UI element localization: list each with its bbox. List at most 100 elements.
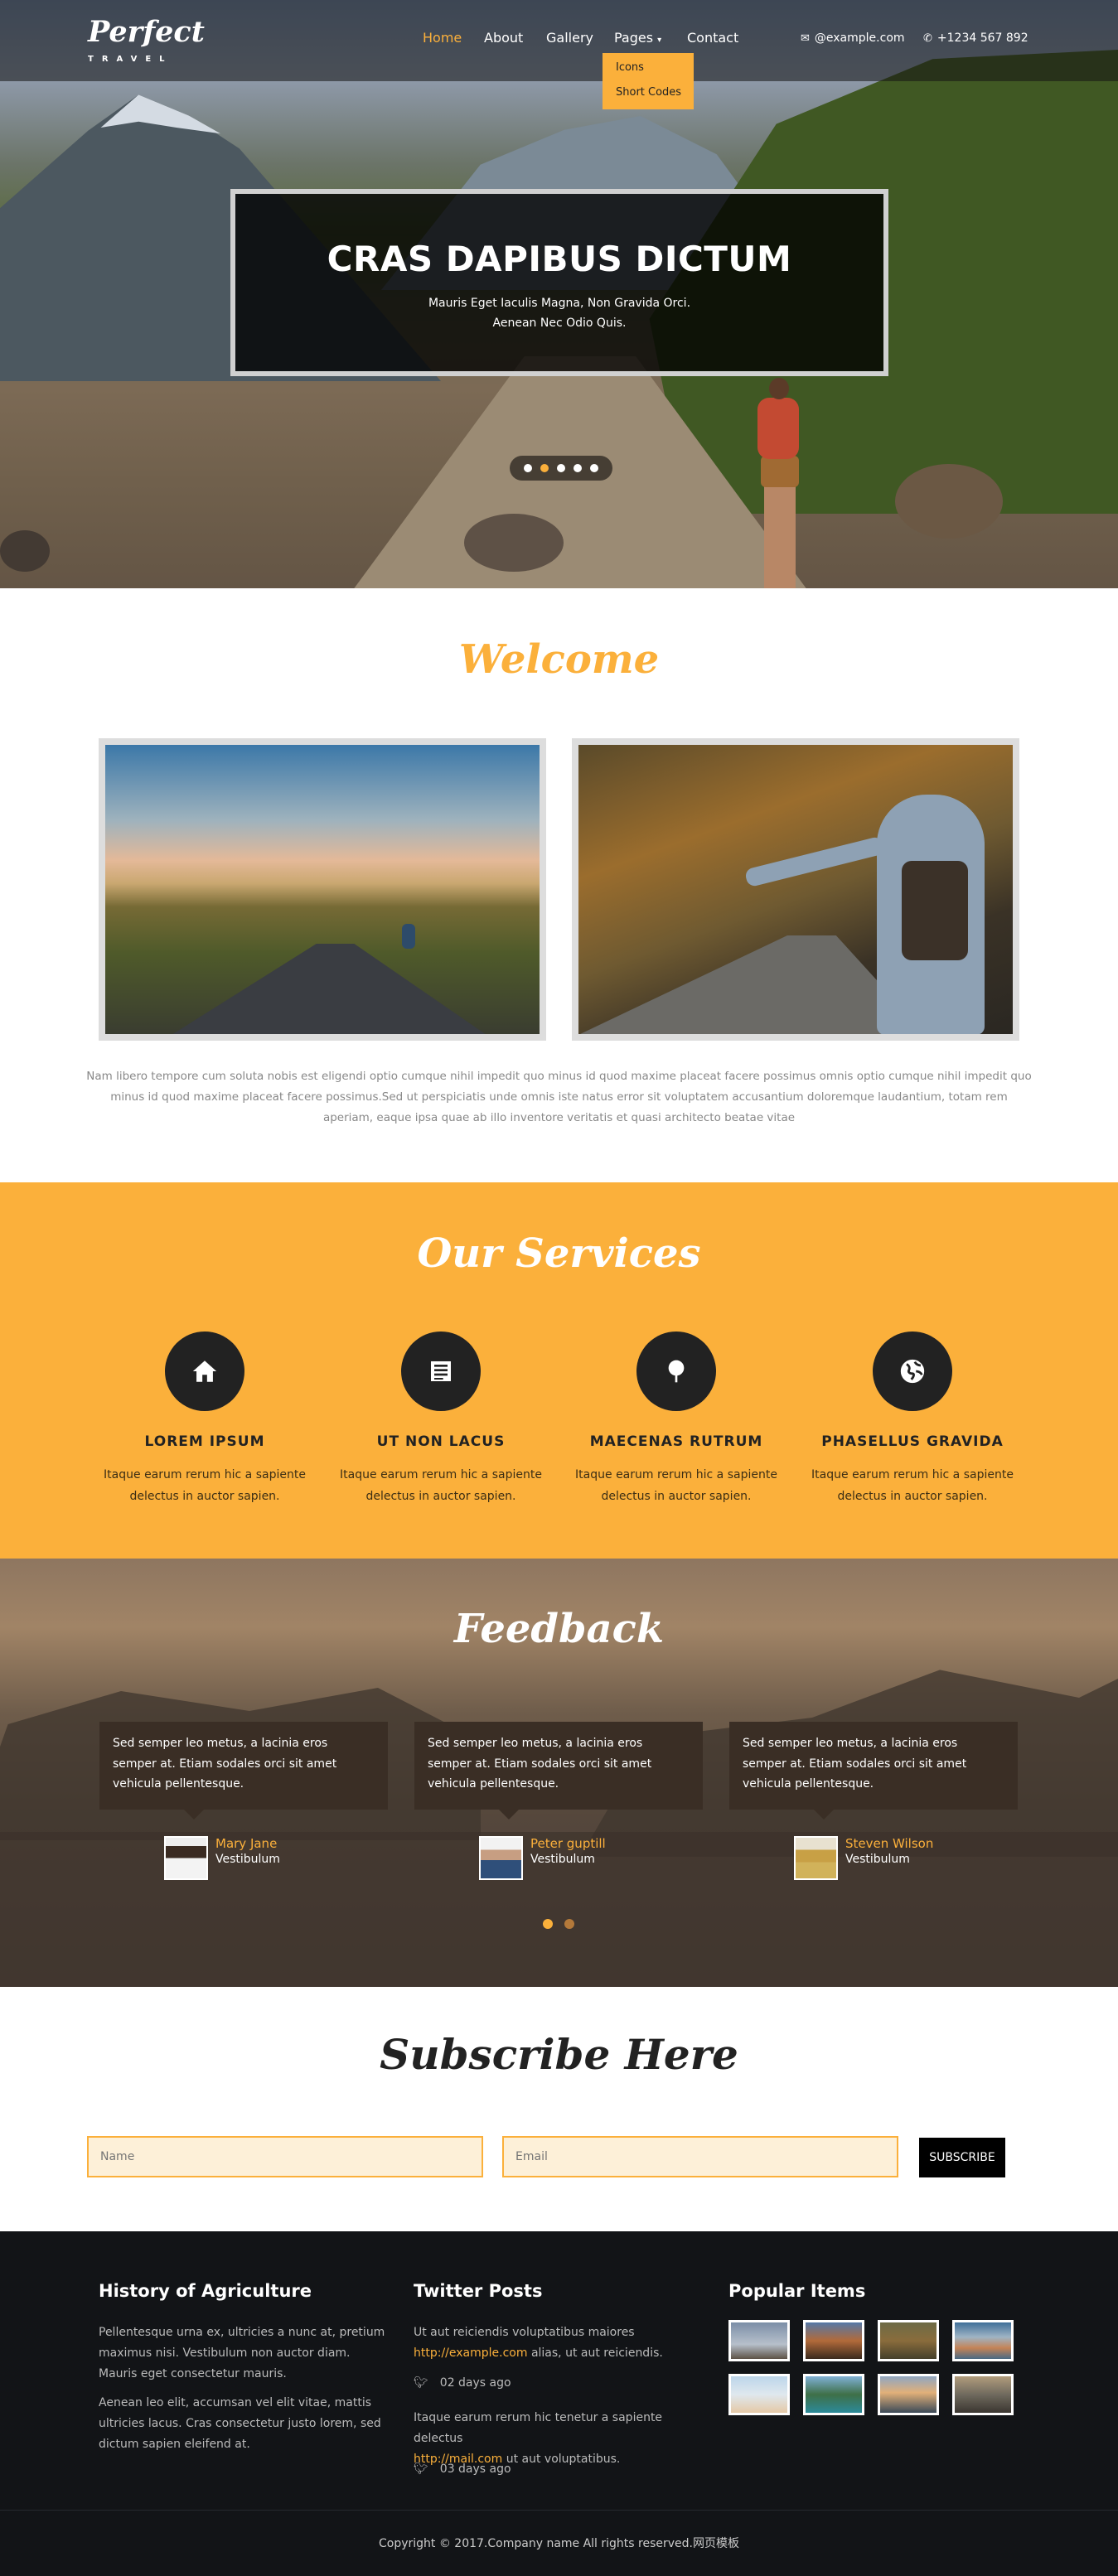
popular-item-thumb[interactable] xyxy=(803,2320,864,2361)
logo-subtitle: TRAVEL xyxy=(88,55,173,64)
service-text-1a: Itaque earum rerum hic a sapiente xyxy=(104,1468,306,1481)
feedback-dot-active[interactable] xyxy=(543,1919,553,1929)
slide-title: CRAS DAPIBUS DICTUM xyxy=(327,239,792,279)
welcome-title: Welcome xyxy=(458,636,660,683)
popular-item-thumb[interactable] xyxy=(728,2374,790,2415)
testimonial-name-1: Mary Jane xyxy=(215,1836,278,1851)
avatar-steven-wilson xyxy=(794,1836,838,1880)
service-text-2b: delectus in auctor sapien. xyxy=(365,1490,516,1503)
tweet-1-text: Ut aut reiciendis voluptatibus maiores xyxy=(414,2326,635,2339)
testimonial-name-3: Steven Wilson xyxy=(845,1836,934,1851)
copyright: Copyright © 2017.Company name All rights… xyxy=(379,2537,739,2550)
tweet-1-text-end: alias, ut aut reiciendis. xyxy=(527,2346,663,2360)
subscribe-title: Subscribe Here xyxy=(380,2030,738,2079)
navbar: Perfect TRAVEL Home About Gallery Pages … xyxy=(0,0,1118,81)
tweet-2-time: 03 days ago xyxy=(439,2462,511,2476)
twitter-icon: 🐦︎ xyxy=(414,2376,428,2390)
service-title-1: LOREM IPSUM xyxy=(144,1433,265,1450)
slide-caption: CRAS DAPIBUS DICTUM Mauris Eget Iaculis … xyxy=(230,189,888,376)
service-text-4b: delectus in auctor sapien. xyxy=(837,1490,988,1503)
popular-item-thumb[interactable] xyxy=(878,2374,939,2415)
dropdown-item-icons[interactable]: Icons xyxy=(616,61,644,74)
nav-home[interactable]: Home xyxy=(423,30,462,46)
footer-col3-title: Popular Items xyxy=(728,2281,866,2301)
tweet-1-time: 02 days ago xyxy=(439,2376,511,2390)
testimonial-pointer xyxy=(814,1810,834,1820)
footer-col1-title: History of Agriculture xyxy=(99,2281,312,2301)
avatar-mary-jane xyxy=(164,1836,208,1880)
home-icon xyxy=(165,1331,244,1411)
service-title-3: MAECENAS RUTRUM xyxy=(589,1433,763,1450)
hero-slider: Perfect TRAVEL Home About Gallery Pages … xyxy=(0,0,1118,588)
feedback-dot[interactable] xyxy=(564,1919,574,1929)
rock xyxy=(0,530,50,572)
popular-item-thumb[interactable] xyxy=(878,2320,939,2361)
nav-pages-label: Pages xyxy=(614,30,654,46)
service-text-4a: Itaque earum rerum hic a sapiente xyxy=(811,1468,1014,1481)
slider-dot[interactable] xyxy=(590,464,598,472)
slide-text-line1: Mauris Eget Iaculis Magna, Non Gravida O… xyxy=(428,297,691,310)
list-icon xyxy=(401,1331,481,1411)
services-section: Our Services LOREM IPSUM UT NON LACUS MA… xyxy=(0,1182,1118,1559)
tweet-1-meta: 🐦︎ 02 days ago xyxy=(414,2376,511,2390)
slider-dot[interactable] xyxy=(574,464,582,472)
footer-col1-p2: Aenean leo elit, accumsan vel elit vitae… xyxy=(99,2396,381,2451)
header-phone[interactable]: ✆ +1234 567 892 xyxy=(923,31,1028,45)
tweet-2-meta: 🐦︎ 03 days ago xyxy=(414,2462,511,2476)
service-text-1b: delectus in auctor sapien. xyxy=(129,1490,280,1503)
pages-dropdown: Icons Short Codes xyxy=(603,53,694,109)
testimonial-pointer xyxy=(184,1810,204,1820)
popular-item-thumb[interactable] xyxy=(728,2320,790,2361)
slide-text-line2: Aenean Nec Odio Quis. xyxy=(492,317,627,330)
subscribe-email-input[interactable] xyxy=(502,2136,898,2177)
rock xyxy=(895,464,1003,539)
slider-pagination xyxy=(510,456,612,481)
slider-dot-active[interactable] xyxy=(540,464,549,472)
slider-dot[interactable] xyxy=(557,464,565,472)
subscribe-name-input[interactable] xyxy=(87,2136,483,2177)
email-text: @example.com xyxy=(814,31,905,45)
testimonial-3: Sed semper leo metus, a lacinia eros sem… xyxy=(729,1722,1018,1810)
nav-pages[interactable]: Pages ▾ xyxy=(614,30,661,46)
footer-col1-p1: Pellentesque urna ex, ultricies a nunc a… xyxy=(99,2326,385,2380)
welcome-image-hitchhiker xyxy=(572,738,1019,1041)
header-email[interactable]: ✉ @example.com xyxy=(801,31,905,45)
avatar-peter-guptill xyxy=(479,1836,523,1880)
rock xyxy=(464,514,564,572)
testimonial-pointer xyxy=(499,1810,519,1820)
footer-divider xyxy=(0,2510,1118,2511)
service-text-3b: delectus in auctor sapien. xyxy=(601,1490,752,1503)
nav-gallery[interactable]: Gallery xyxy=(546,30,593,46)
popular-item-thumb[interactable] xyxy=(952,2320,1014,2361)
tweet-2-text-end: ut aut voluptatibus. xyxy=(502,2453,621,2466)
phone-text: +1234 567 892 xyxy=(937,31,1028,45)
logo[interactable]: Perfect xyxy=(88,17,205,48)
nav-contact[interactable]: Contact xyxy=(687,30,738,46)
testimonial-name-2: Peter guptill xyxy=(530,1836,606,1851)
footer: History of Agriculture Pellentesque urna… xyxy=(0,2231,1118,2576)
nav-about[interactable]: About xyxy=(484,30,523,46)
popular-item-thumb[interactable] xyxy=(803,2374,864,2415)
testimonial-1: Sed semper leo metus, a lacinia eros sem… xyxy=(99,1722,388,1810)
welcome-image-road xyxy=(99,738,546,1041)
feedback-title: Feedback xyxy=(453,1606,665,1652)
footer-col2-title: Twitter Posts xyxy=(414,2281,543,2301)
service-title-2: UT NON LACUS xyxy=(376,1433,506,1450)
phone-icon: ✆ xyxy=(923,32,932,45)
testimonial-role-2: Vestibulum xyxy=(530,1853,595,1866)
popular-item-thumb[interactable] xyxy=(952,2374,1014,2415)
caret-down-icon: ▾ xyxy=(657,36,662,45)
service-text-3a: Itaque earum rerum hic a sapiente xyxy=(575,1468,777,1481)
service-text-2a: Itaque earum rerum hic a sapiente xyxy=(340,1468,542,1481)
hiker-figure xyxy=(746,373,812,588)
subscribe-button[interactable]: SUBSCRIBE xyxy=(919,2138,1005,2177)
dropdown-item-short-codes[interactable]: Short Codes xyxy=(616,86,681,99)
slider-dot[interactable] xyxy=(524,464,532,472)
testimonial-2: Sed semper leo metus, a lacinia eros sem… xyxy=(414,1722,703,1810)
services-title: Our Services xyxy=(417,1230,701,1277)
tweet-1-link[interactable]: http://example.com xyxy=(414,2346,528,2360)
twitter-icon: 🐦︎ xyxy=(414,2462,428,2476)
tweet-2-text: Itaque earum rerum hic tenetur a sapient… xyxy=(414,2411,663,2445)
service-title-4: PHASELLUS GRAVIDA xyxy=(821,1433,1004,1450)
tree-icon xyxy=(636,1331,716,1411)
